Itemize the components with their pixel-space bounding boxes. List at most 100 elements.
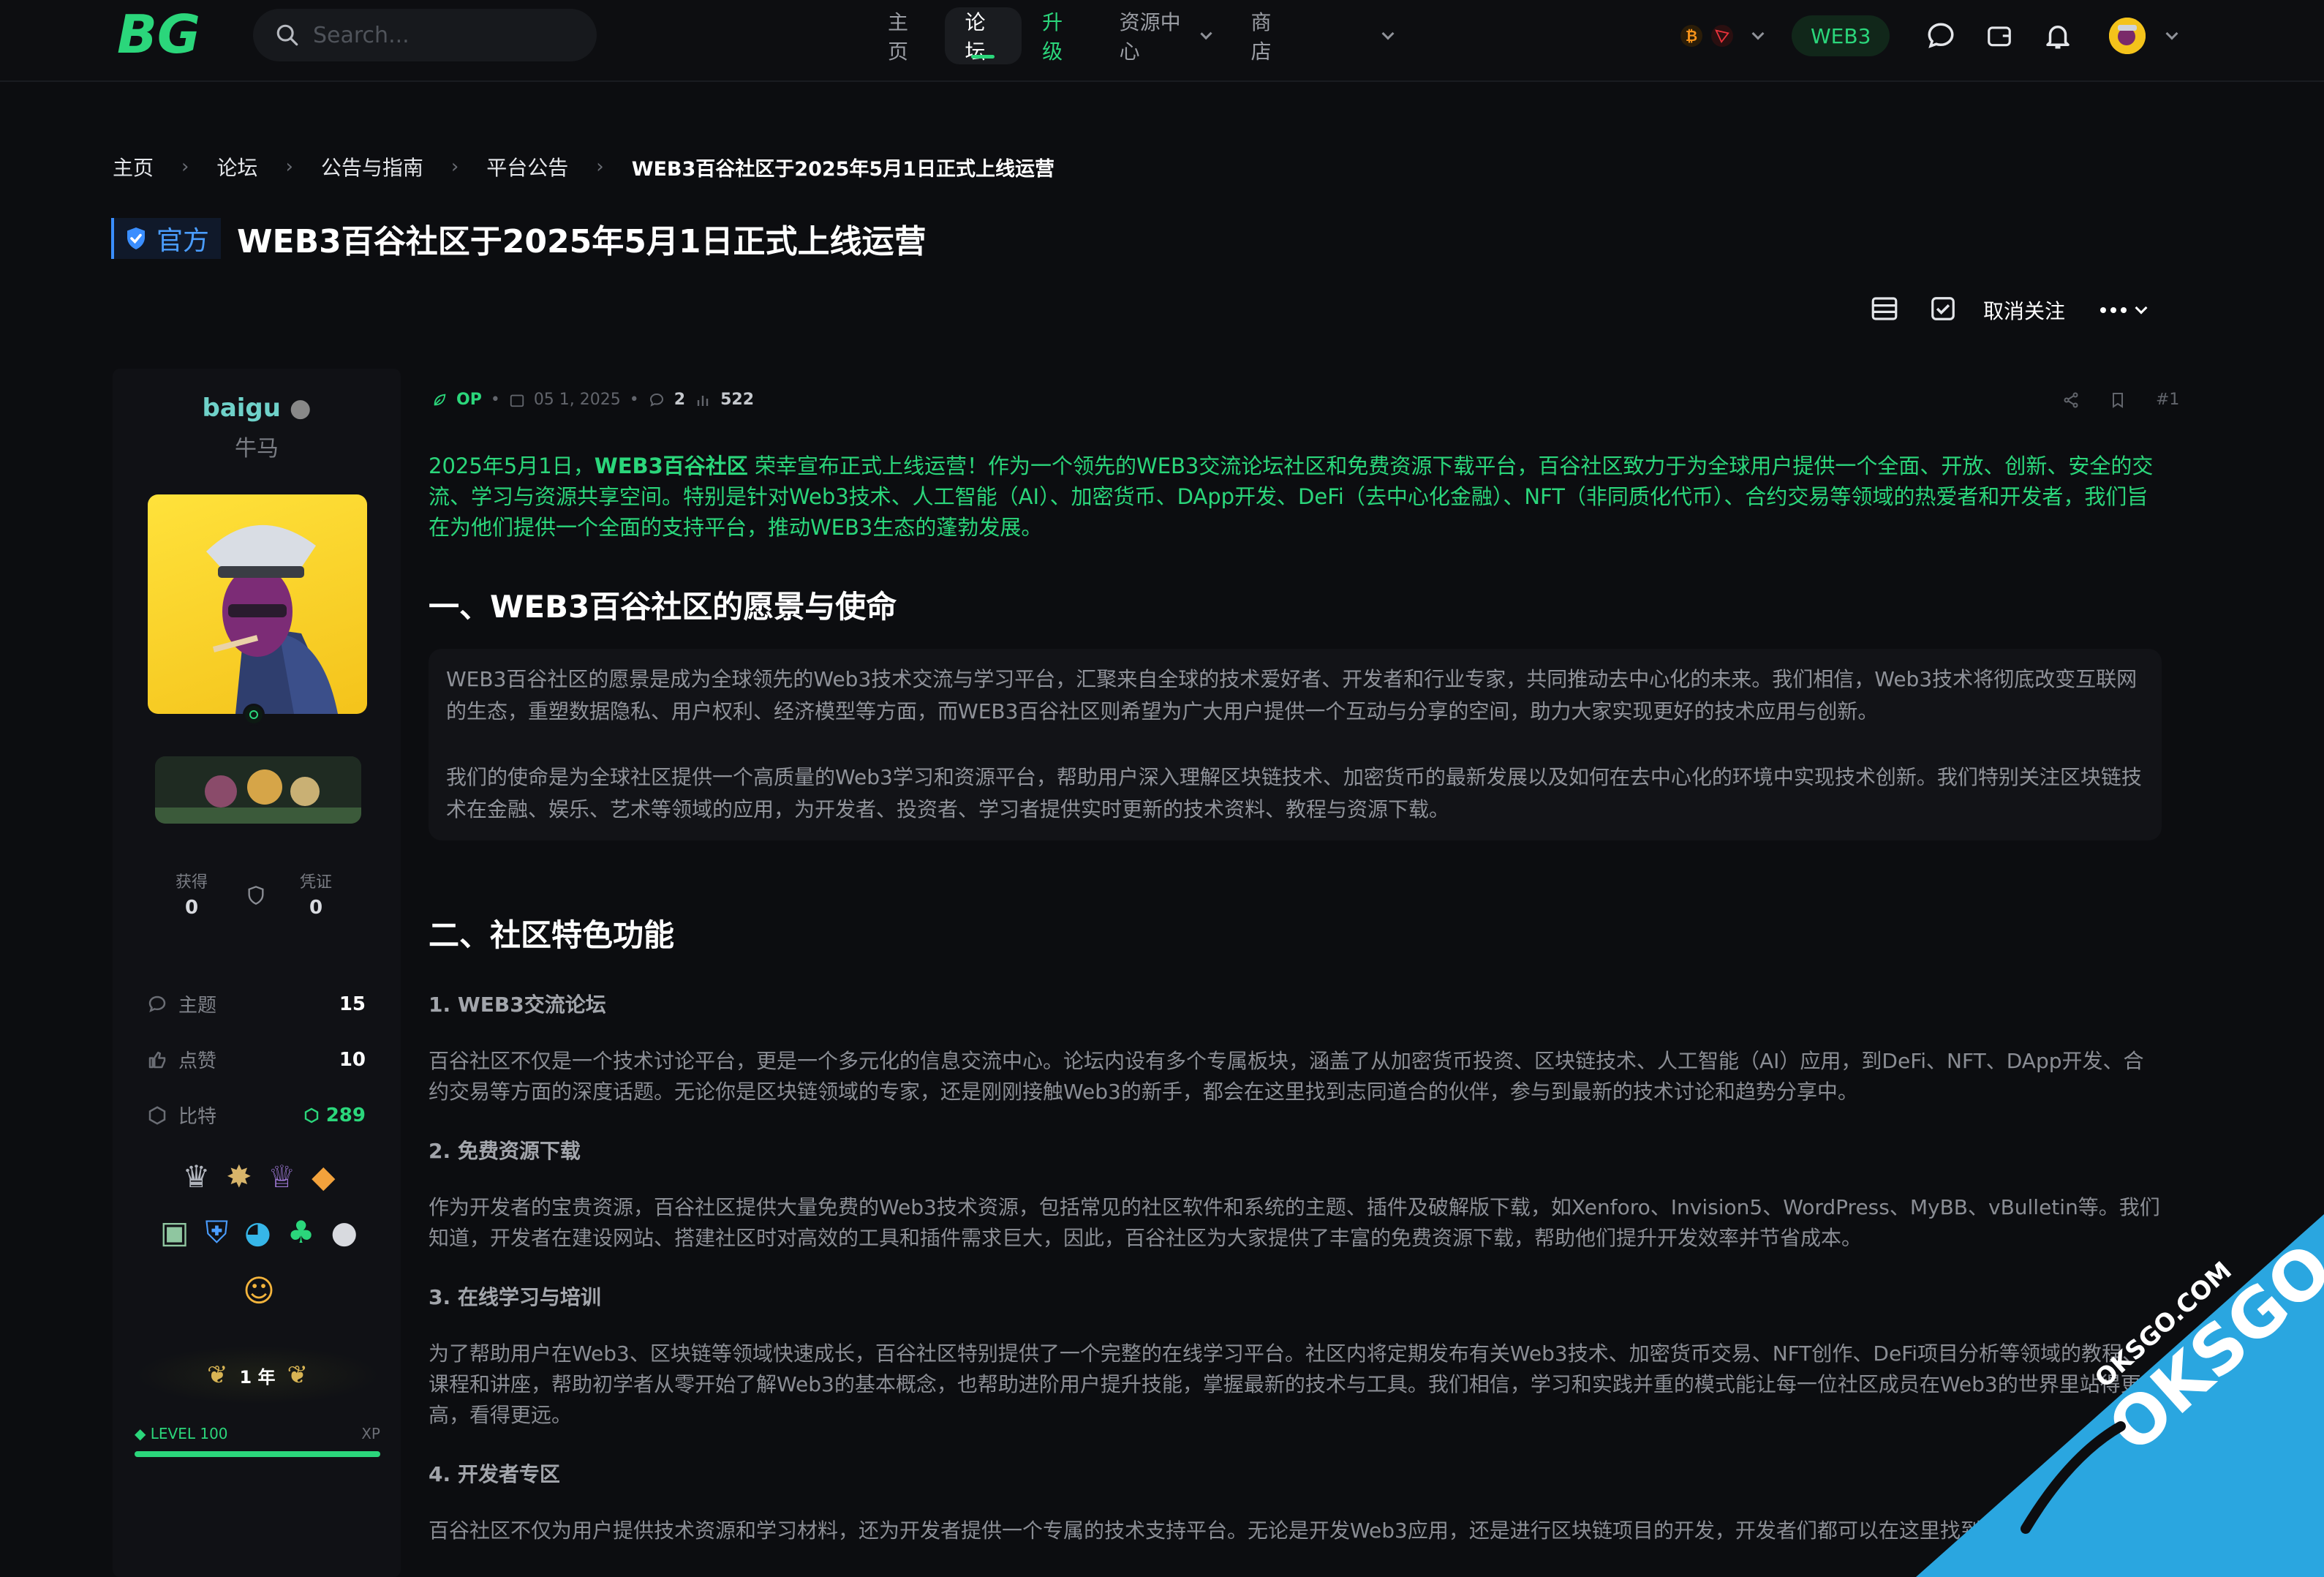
currency-selector[interactable]: ₿ xyxy=(1660,12,1777,60)
search-icon xyxy=(276,24,298,46)
chevron-down-icon xyxy=(1381,27,1395,40)
voucher-value: 0 xyxy=(309,897,323,919)
stat-bits-label: 比特 xyxy=(178,1106,217,1128)
messages-icon[interactable] xyxy=(1919,14,1963,58)
chevron-right-icon: › xyxy=(596,156,604,178)
wallet-icon[interactable] xyxy=(1977,14,2021,58)
post-tools: #1 xyxy=(2062,391,2179,409)
section-heading-vision: 一、WEB3百谷社区的愿景与使命 xyxy=(429,589,897,625)
feature-paragraph-learning: 为了帮助用户在Web3、区块链等领域快速成长，百谷社区特别提供了一个完整的在线学… xyxy=(429,1341,2143,1427)
feature-paragraph-downloads: 作为开发者的宝贵资源，百谷社区提供大量免费的Web3技术资源，包括常见的社区软件… xyxy=(429,1195,2160,1250)
share-icon[interactable] xyxy=(2062,391,2080,409)
level-label-text: LEVEL 100 xyxy=(150,1425,228,1442)
user-avatar[interactable] xyxy=(2109,18,2146,54)
post-date[interactable]: 05 1, 2025 xyxy=(534,391,621,409)
membership-years-label: 1 年 xyxy=(239,1366,276,1388)
chevron-right-icon: › xyxy=(181,156,189,178)
bookmark-icon[interactable] xyxy=(2109,391,2127,409)
search-box[interactable] xyxy=(253,9,597,61)
nav-resources[interactable]: 资源中心 xyxy=(1099,7,1231,64)
post-number-link[interactable]: #1 xyxy=(2156,391,2179,409)
separator-dot: • xyxy=(490,391,500,409)
chat-bubble-icon xyxy=(148,995,166,1012)
chevron-down-icon xyxy=(1200,27,1212,40)
bell-icon[interactable] xyxy=(2036,14,2080,58)
author-card: baigu ● 牛马 获得 0 凭证 0 主题 15 点赞 10 比特 289 … xyxy=(113,369,401,1577)
reply-bubble-icon xyxy=(649,393,663,407)
layout-toggle-icon[interactable] xyxy=(1869,293,1900,327)
nav-shop-label: 商店 xyxy=(1250,10,1272,64)
stat-likes[interactable]: 点赞 10 xyxy=(146,1046,366,1073)
thread-title: WEB3百谷社区于2025年5月1日正式上线运营 xyxy=(237,223,927,260)
feature-paragraph-forum: 百谷社区不仅是一个技术讨论平台，更是一个多元化的信息交流中心。论坛内设有多个专属… xyxy=(429,1049,2144,1104)
section-heading-features: 二、社区特色功能 xyxy=(429,917,675,953)
purple-crown-badge-icon[interactable]: ♕ xyxy=(268,1159,295,1194)
nav-home-label: 主页 xyxy=(888,10,909,64)
site-logo[interactable]: BG xyxy=(117,4,215,65)
unfollow-button[interactable]: 取消关注 xyxy=(1983,296,2065,325)
nav-home[interactable]: 主页 xyxy=(867,7,945,64)
breadcrumb-guides[interactable]: 公告与指南 xyxy=(321,152,423,181)
feature-heading-downloads: 2. 免费资源下载 xyxy=(429,1139,581,1163)
earned-value: 0 xyxy=(184,897,199,919)
gift-badge-icon[interactable]: ▣ xyxy=(160,1214,189,1251)
bar-chart-icon xyxy=(697,395,709,406)
nav-more[interactable] xyxy=(1351,7,1413,64)
stat-threads[interactable]: 主题 15 xyxy=(146,990,366,1017)
calendar-icon xyxy=(510,394,524,407)
level-label: ◆ LEVEL 100 xyxy=(135,1425,228,1442)
level-progress-fill xyxy=(135,1451,380,1457)
feature-heading-forum: 1. WEB3交流论坛 xyxy=(429,993,606,1017)
skull-badge-icon[interactable]: ✸ xyxy=(226,1159,252,1194)
checkbox-icon[interactable] xyxy=(1929,295,1957,325)
view-count: 522 xyxy=(720,391,755,409)
breadcrumb-forum[interactable]: 论坛 xyxy=(216,152,257,181)
author-avatar[interactable] xyxy=(148,494,367,714)
diamond-badge-icon[interactable]: ◆ xyxy=(312,1159,335,1194)
nav-upgrade[interactable]: 升级 xyxy=(1022,7,1099,64)
laurel-left-icon: ❦ xyxy=(206,1360,228,1390)
nav-forum[interactable]: 论坛 xyxy=(944,7,1022,64)
chevron-down-icon xyxy=(2135,301,2148,315)
separator-dot: • xyxy=(629,391,639,409)
breadcrumb-announcements[interactable]: 平台公告 xyxy=(486,152,568,181)
breadcrumb-home[interactable]: 主页 xyxy=(113,152,154,181)
user-badge-icon: ● xyxy=(289,394,312,423)
feature-paragraph-developers: 百谷社区不仅为用户提供技术资源和学习材料，还为开发者提供一个专属的技术支持平台。… xyxy=(429,1518,2104,1543)
web3-button[interactable]: WEB3 xyxy=(1792,15,1890,56)
thumbs-up-icon xyxy=(148,1051,166,1068)
user-nav: ₿ WEB3 xyxy=(1660,10,2178,61)
nav-shop[interactable]: 商店 xyxy=(1230,7,1308,64)
chevron-down-icon xyxy=(1751,27,1765,40)
stat-threads-label: 主题 xyxy=(178,995,217,1017)
voucher-label: 凭证 xyxy=(300,873,333,892)
hug-emoji-badge-icon[interactable]: ☺ xyxy=(243,1273,275,1309)
shield-badge-icon[interactable]: ⛨ xyxy=(205,1214,229,1251)
feature-heading-developers: 4. 开发者专区 xyxy=(429,1462,560,1486)
logo-text: BG xyxy=(117,10,200,60)
coin-icon xyxy=(304,1107,318,1123)
hexagon-icon xyxy=(148,1105,166,1125)
stat-bits[interactable]: 比特 289 xyxy=(146,1102,366,1129)
shield-icon xyxy=(246,885,266,908)
trophy-badges-row-1: ♛ ✸ ♕ ◆ xyxy=(142,1159,376,1194)
intro-date: 2025年5月1日， xyxy=(429,453,595,478)
author-name[interactable]: baigu ● xyxy=(113,394,401,423)
chevron-down-icon[interactable] xyxy=(2165,27,2178,40)
leaf-icon xyxy=(434,394,446,405)
tron-icon xyxy=(1711,25,1733,47)
official-badge-label: 官方 xyxy=(156,226,210,256)
main-nav: 主页 论坛 升级 资源中心 商店 xyxy=(867,7,1413,64)
breadcrumb: 主页 › 论坛 › 公告与指南 › 平台公告 › WEB3百谷社区于2025年5… xyxy=(113,152,1055,181)
more-options-button[interactable] xyxy=(2100,301,2148,315)
bulb-badge-icon[interactable]: ● xyxy=(331,1214,358,1251)
wave-badge-icon[interactable]: ◕ xyxy=(244,1214,271,1251)
laurel-right-icon: ❦ xyxy=(287,1360,309,1390)
clover-badge-icon[interactable]: ♣ xyxy=(287,1214,315,1251)
stat-threads-value: 15 xyxy=(339,993,366,1015)
crown-badge-icon[interactable]: ♛ xyxy=(183,1159,211,1194)
feature-heading-learning: 3. 在线学习与培训 xyxy=(429,1285,601,1309)
more-dots-icon xyxy=(2100,307,2107,313)
search-input[interactable] xyxy=(313,22,576,48)
earned-stat: 获得 0 xyxy=(176,869,208,919)
